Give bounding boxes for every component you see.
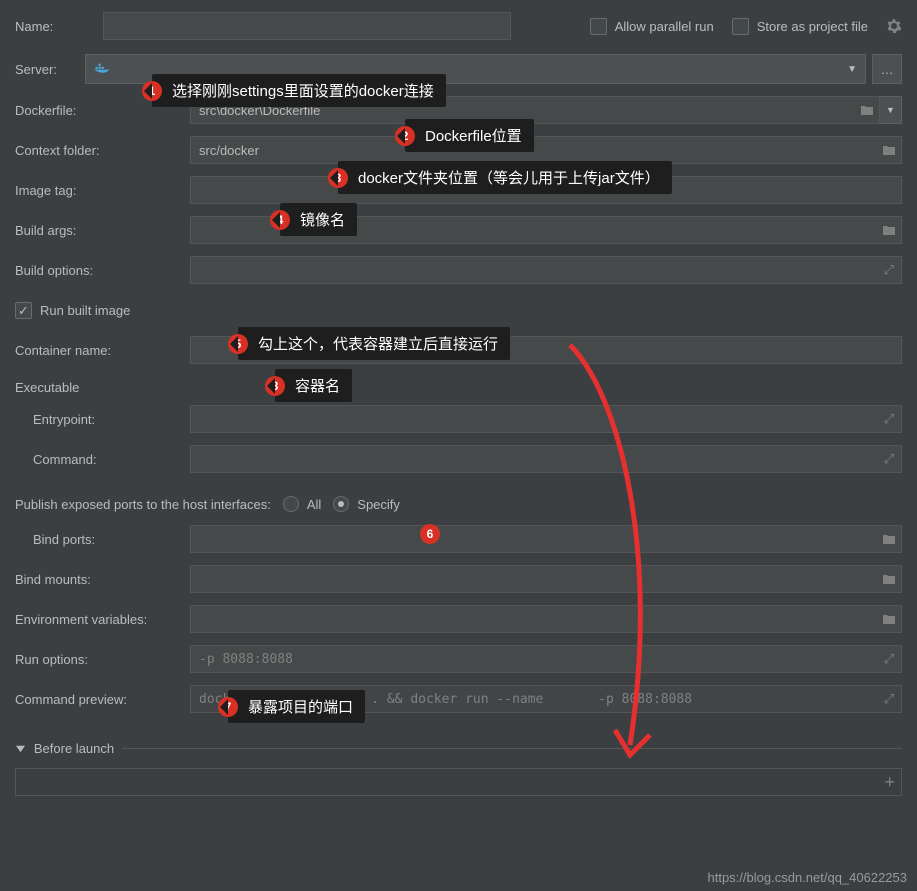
runoptions-input[interactable] [191,647,877,672]
folder-icon[interactable] [877,613,901,625]
buildoptions-input-wrap: ⤢ [190,256,902,284]
callout-3: 3 docker文件夹位置（等会儿用于上传jar文件） [338,161,672,194]
bindports-input-wrap [190,525,902,553]
watermark: https://blog.csdn.net/qq_40622253 [708,870,908,885]
before-launch-label: Before launch [34,741,114,756]
radio-all-label: All [307,497,321,512]
expand-icon[interactable]: ⤢ [877,691,901,707]
expand-icon[interactable]: ⤢ [877,262,901,278]
callout-5: 5 勾上这个，代表容器建立后直接运行 [238,327,510,360]
allow-parallel-checkbox[interactable]: Allow parallel run [590,18,714,35]
radio-specify[interactable]: Specify [333,496,400,512]
badge-7: 7 [218,697,238,717]
store-project-checkbox[interactable]: Store as project file [732,18,868,35]
callout-7: 7 暴露项目的端口 [228,690,365,723]
context-input[interactable] [191,138,877,163]
divider [122,748,902,749]
folder-icon[interactable] [855,104,879,116]
run-built-checkbox[interactable] [15,302,32,319]
chevron-down-icon[interactable]: ▼ [13,743,28,755]
bindports-input[interactable] [191,527,877,552]
folder-icon[interactable] [877,224,901,236]
callout-1: 1 选择刚刚settings里面设置的docker连接 [152,74,446,107]
badge-8: 8 [265,376,285,396]
folder-icon[interactable] [877,533,901,545]
badge-5: 5 [228,334,248,354]
server-browse-button[interactable]: … [872,54,902,84]
gear-icon[interactable] [886,18,902,34]
allow-parallel-label: Allow parallel run [615,19,714,34]
badge-1: 1 [142,81,162,101]
context-label: Context folder: [15,143,190,158]
badge-3: 3 [328,168,348,188]
publish-label: Publish exposed ports to the host interf… [15,497,271,512]
expand-icon[interactable]: ⤢ [877,451,901,467]
dropdown-arrow-icon: ▼ [847,64,857,75]
bindmounts-input-wrap [190,565,902,593]
callout-4: 4 镜像名 [280,203,357,236]
badge-6: 6 [420,524,440,544]
badge-4: 4 [270,210,290,230]
expand-icon[interactable]: ⤢ [877,651,901,667]
name-label: Name: [15,19,85,34]
bindmounts-input[interactable] [191,567,877,592]
server-label: Server: [15,62,85,77]
preview-label: Command preview: [15,692,190,707]
command-input[interactable] [191,447,877,472]
bindports-label: Bind ports: [15,532,190,547]
callout-2: 2 Dockerfile位置 [405,119,534,152]
callout-8: 8 容器名 [275,369,352,402]
radio-all[interactable]: All [283,496,321,512]
bindmounts-label: Bind mounts: [15,572,190,587]
entrypoint-label: Entrypoint: [15,412,190,427]
context-input-wrap [190,136,902,164]
env-label: Environment variables: [15,612,190,627]
runoptions-label: Run options: [15,652,190,667]
docker-icon [94,62,112,76]
command-input-wrap: ⤢ [190,445,902,473]
env-input-wrap [190,605,902,633]
command-label: Command: [15,452,190,467]
container-label: Container name: [15,343,190,358]
buildoptions-input[interactable] [191,258,877,283]
name-input[interactable] [103,12,511,40]
imagetag-label: Image tag: [15,183,190,198]
radio-specify-label: Specify [357,497,400,512]
expand-icon[interactable]: ⤢ [877,411,901,427]
entrypoint-input[interactable] [191,407,877,432]
store-project-label: Store as project file [757,19,868,34]
dockerfile-dropdown-button[interactable]: ▼ [880,96,902,124]
buildoptions-label: Build options: [15,263,190,278]
badge-2: 2 [395,126,415,146]
folder-icon[interactable] [877,573,901,585]
buildargs-label: Build args: [15,223,190,238]
plus-icon[interactable]: + [884,772,895,793]
folder-icon[interactable] [877,144,901,156]
entrypoint-input-wrap: ⤢ [190,405,902,433]
runoptions-input-wrap: ⤢ [190,645,902,673]
run-built-label: Run built image [40,303,130,318]
executable-header: Executable [0,370,917,399]
before-launch-list[interactable]: + [15,768,902,796]
env-input[interactable] [191,607,877,632]
